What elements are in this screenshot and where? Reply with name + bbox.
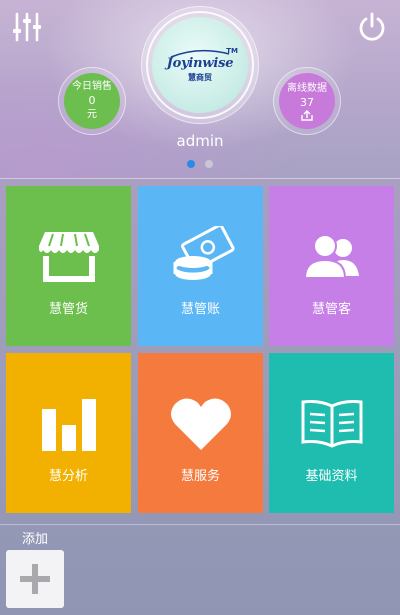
plus-icon <box>20 564 50 594</box>
offline-data-label: 离线数据 <box>287 82 327 94</box>
add-button[interactable] <box>6 550 64 608</box>
tile-basic-data[interactable]: 基础资料 <box>269 353 394 513</box>
page-dot-active[interactable] <box>187 160 195 168</box>
tile-label: 慧管货 <box>48 302 88 317</box>
heart-icon <box>170 398 231 450</box>
today-sales-label: 今日销售 <box>72 81 112 92</box>
tile-analytics[interactable]: 慧分析 <box>6 353 131 513</box>
trademark: TM <box>226 47 238 55</box>
brand-chinese-name: 慧商贸 <box>188 72 212 82</box>
shop-icon <box>38 232 99 282</box>
tile-label: 慧服务 <box>180 469 220 484</box>
tile-goods-management[interactable]: 慧管货 <box>6 186 131 346</box>
sliders-icon <box>13 12 41 42</box>
money-coins-icon <box>173 226 235 280</box>
upload-icon <box>301 109 313 121</box>
offline-data-count: 37 <box>300 95 314 109</box>
settings-button[interactable] <box>10 10 44 44</box>
username: admin <box>176 132 224 150</box>
brand-name: Joyinwise <box>166 55 234 71</box>
tile-services[interactable]: 慧服务 <box>138 353 263 513</box>
today-sales-unit: 元 <box>87 109 97 120</box>
page-indicator <box>0 160 400 168</box>
tile-label: 慧管客 <box>311 302 351 317</box>
power-icon <box>359 12 385 41</box>
tile-label: 慧分析 <box>48 469 88 484</box>
divider <box>0 178 400 179</box>
offline-data-badge[interactable]: 离线数据 37 <box>273 67 341 135</box>
tile-label: 基础资料 <box>305 469 358 484</box>
tile-label: 慧管账 <box>180 302 220 317</box>
divider <box>0 524 400 525</box>
page-dot[interactable] <box>205 160 213 168</box>
bar-chart-icon <box>41 399 96 451</box>
brand-logo[interactable]: Joyinwise TM 慧商贸 <box>141 6 259 124</box>
book-icon <box>301 400 362 448</box>
add-section-label: 添加 <box>22 532 49 547</box>
power-button[interactable] <box>355 10 389 44</box>
customers-icon <box>303 234 359 279</box>
today-sales-badge[interactable]: 今日销售 0 元 <box>58 67 126 135</box>
tile-accounts-management[interactable]: 慧管账 <box>138 186 263 346</box>
today-sales-value: 0 <box>88 94 96 107</box>
tile-customer-management[interactable]: 慧管客 <box>269 186 394 346</box>
